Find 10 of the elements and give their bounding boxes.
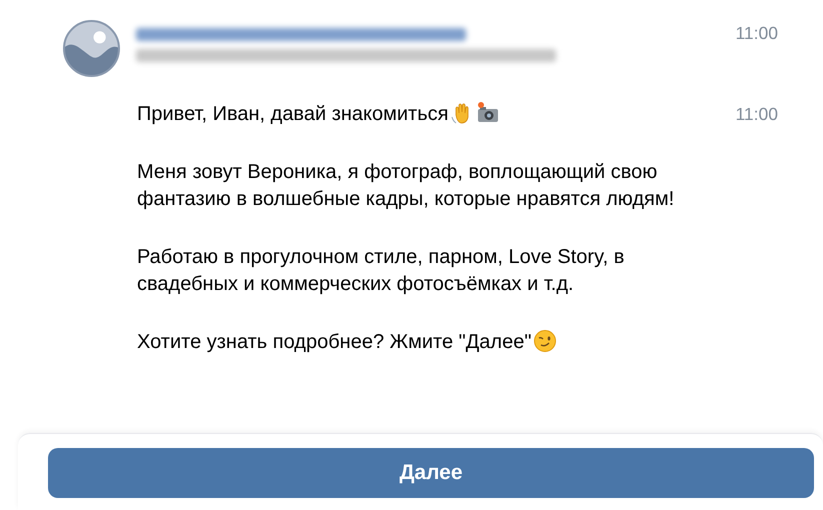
message-text: Меня зовут Вероника, я фотограф, воплощающий свою фантазию в волшебные кадры, которые нравятся людям!	[137, 161, 674, 210]
winking-face-icon	[533, 329, 558, 353]
message-text: Хотите узнать подробнее? Жмите "Далее"	[137, 331, 532, 353]
message-text: Работаю в прогулочном стиле, парном, Love Story, в свадебных и коммерческих фотосъёмках и т.д.	[137, 246, 624, 295]
avatar-icon	[63, 20, 120, 77]
camera-icon	[476, 101, 500, 125]
message-text: Привет, Иван, давай знакомиться	[137, 103, 448, 125]
message-time: 11:00	[736, 104, 778, 124]
message-time: 11:00	[736, 23, 778, 43]
next-button[interactable]: Далее	[48, 448, 814, 498]
